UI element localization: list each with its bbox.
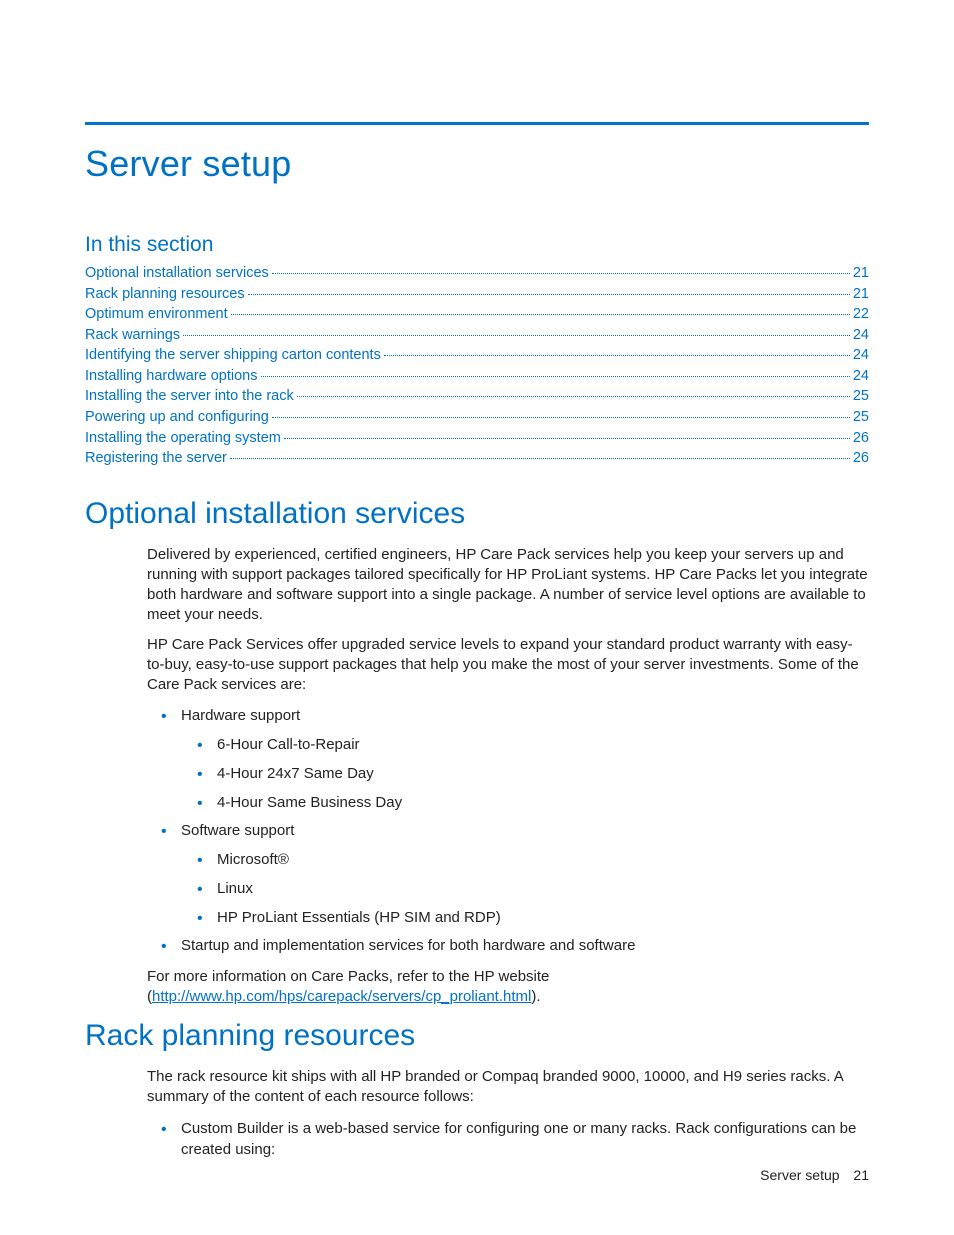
footer-page-number: 21 <box>853 1167 869 1183</box>
list-item-label: Software support <box>181 822 294 839</box>
body-paragraph: The rack resource kit ships with all HP … <box>147 1067 869 1107</box>
toc-dots <box>272 273 850 274</box>
toc-row[interactable]: Powering up and configuring 25 <box>85 407 869 428</box>
toc-row[interactable]: Optimum environment 22 <box>85 304 869 325</box>
toc-dots <box>384 355 850 356</box>
toc-row[interactable]: Identifying the server shipping carton c… <box>85 345 869 366</box>
toc-title: Identifying the server shipping carton c… <box>85 345 381 366</box>
rack-planning-heading: Rack planning resources <box>85 1019 869 1053</box>
list-item: Custom Builder is a web-based service fo… <box>181 1118 869 1162</box>
list-item: 4-Hour Same Business Day <box>217 792 869 814</box>
toc-row[interactable]: Optional installation services 21 <box>85 263 869 284</box>
toc-page: 25 <box>853 407 869 428</box>
list-item: HP ProLiant Essentials (HP SIM and RDP) <box>217 907 869 929</box>
toc-dots <box>230 458 850 459</box>
body-paragraph: HP Care Pack Services offer upgraded ser… <box>147 635 869 695</box>
body-paragraph: For more information on Care Packs, refe… <box>147 967 869 1007</box>
toc-title: Rack planning resources <box>85 284 245 305</box>
in-this-section-heading: In this section <box>85 233 869 257</box>
toc-dots <box>261 376 850 377</box>
toc-page: 21 <box>853 284 869 305</box>
toc-row[interactable]: Rack planning resources 21 <box>85 284 869 305</box>
body-paragraph: Delivered by experienced, certified engi… <box>147 545 869 625</box>
list-item: Hardware support 6-Hour Call-to-Repair 4… <box>181 705 869 813</box>
toc-title: Installing the operating system <box>85 428 281 449</box>
toc-page: 26 <box>853 428 869 449</box>
page-footer: Server setup 21 <box>760 1167 869 1183</box>
toc-row[interactable]: Rack warnings 24 <box>85 325 869 346</box>
toc-dots <box>284 438 850 439</box>
toc-title: Registering the server <box>85 448 227 469</box>
toc-page: 24 <box>853 325 869 346</box>
toc-page: 22 <box>853 304 869 325</box>
toc-title: Optional installation services <box>85 263 269 284</box>
toc-row[interactable]: Installing the operating system 26 <box>85 428 869 449</box>
toc-dots <box>248 294 850 295</box>
toc-page: 21 <box>853 263 869 284</box>
list-item: Startup and implementation services for … <box>181 935 869 957</box>
text-fragment: ). <box>531 988 540 1005</box>
list-item: 4-Hour 24x7 Same Day <box>217 763 869 785</box>
list-item: Software support Microsoft® Linux HP Pro… <box>181 820 869 928</box>
toc-dots <box>272 417 850 418</box>
optional-installation-heading: Optional installation services <box>85 497 869 531</box>
toc-page: 26 <box>853 448 869 469</box>
toc-dots <box>297 396 850 397</box>
toc-title: Installing the server into the rack <box>85 386 294 407</box>
toc: Optional installation services 21Rack pl… <box>85 263 869 469</box>
toc-dots <box>183 335 850 336</box>
toc-page: 24 <box>853 366 869 387</box>
toc-page: 24 <box>853 345 869 366</box>
toc-row[interactable]: Installing the server into the rack 25 <box>85 386 869 407</box>
toc-dots <box>231 314 850 315</box>
list-item: Microsoft® <box>217 849 869 871</box>
toc-title: Rack warnings <box>85 325 180 346</box>
list-item: 6-Hour Call-to-Repair <box>217 734 869 756</box>
list-item-label: Hardware support <box>181 707 300 724</box>
top-rule <box>85 122 869 125</box>
toc-title: Optimum environment <box>85 304 228 325</box>
toc-title: Powering up and configuring <box>85 407 269 428</box>
list-item: Linux <box>217 878 869 900</box>
care-pack-link[interactable]: http://www.hp.com/hps/carepack/servers/c… <box>152 988 531 1005</box>
page-title: Server setup <box>85 143 869 185</box>
toc-page: 25 <box>853 386 869 407</box>
footer-section: Server setup <box>760 1167 839 1183</box>
toc-title: Installing hardware options <box>85 366 258 387</box>
toc-row[interactable]: Installing hardware options 24 <box>85 366 869 387</box>
toc-row[interactable]: Registering the server 26 <box>85 448 869 469</box>
